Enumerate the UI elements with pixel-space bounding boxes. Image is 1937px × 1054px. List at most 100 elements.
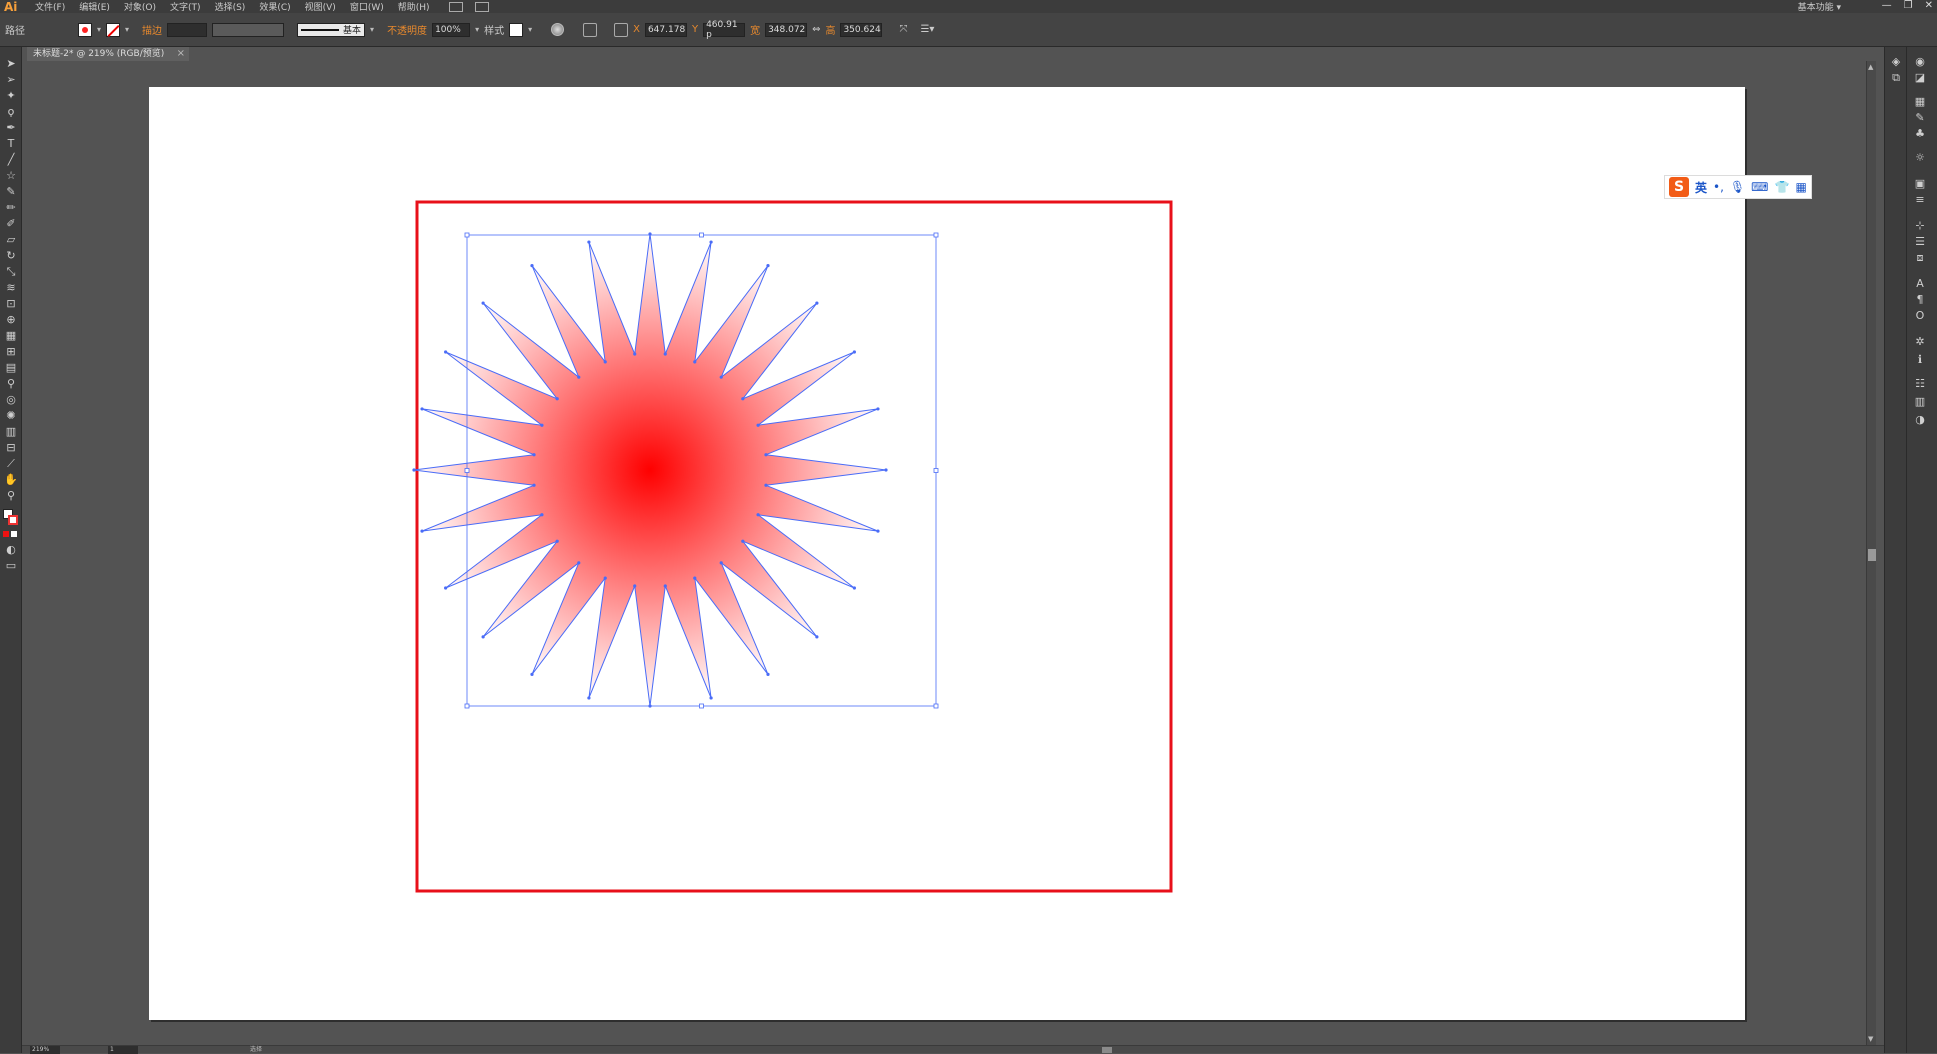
menu-file[interactable]: 文件(F) (28, 0, 72, 13)
star-tool-icon[interactable]: ☆ (4, 169, 18, 183)
star-shape[interactable] (413, 233, 887, 707)
toolbox-icon[interactable]: ▦ (1795, 180, 1806, 194)
anchor-point[interactable] (577, 561, 581, 565)
column-graph-tool-icon[interactable]: ▥ (4, 425, 18, 439)
bounding-box-handle[interactable] (699, 703, 704, 709)
anchor-point[interactable] (663, 352, 667, 356)
navigator-panel-icon[interactable]: ✲ (1913, 335, 1927, 349)
style-dropdown-icon[interactable]: ▾ (528, 25, 532, 34)
panel-menu-icon[interactable]: ☰▾ (920, 24, 934, 35)
anchor-point[interactable] (420, 407, 424, 411)
anchor-point[interactable] (756, 423, 760, 427)
menu-window[interactable]: 窗口(W) (343, 0, 391, 13)
minimize-button[interactable]: — (1882, 0, 1892, 11)
anchor-point[interactable] (540, 423, 544, 427)
align-icon[interactable] (583, 22, 598, 37)
skin-icon[interactable]: 👕 (1774, 180, 1789, 194)
paragraph-panel-icon[interactable]: ¶ (1913, 293, 1927, 307)
type-tool-icon[interactable]: T (4, 137, 18, 151)
anchor-point[interactable] (852, 350, 856, 354)
menu-object[interactable]: 对象(O) (117, 0, 163, 13)
bounding-box-handle[interactable] (464, 232, 470, 238)
opacity-field[interactable]: 100% (432, 22, 471, 37)
hand-tool-icon[interactable]: ✋ (4, 473, 18, 487)
brush-definition-field[interactable]: 基本 (297, 22, 366, 37)
scale-tool-icon[interactable]: ⤡ (4, 265, 18, 279)
anchor-point[interactable] (532, 483, 536, 487)
anchor-point[interactable] (530, 264, 534, 268)
stroke-panel-icon[interactable]: ≡ (1913, 193, 1927, 207)
scroll-thumb[interactable] (1868, 549, 1876, 561)
anchor-point[interactable] (444, 350, 448, 354)
screen-mode-icon[interactable]: ▭ (4, 559, 18, 573)
stroke-swatch[interactable] (106, 22, 121, 37)
gradient-tool-icon[interactable]: ▤ (4, 361, 18, 375)
anchor-point[interactable] (603, 360, 607, 364)
menu-edit[interactable]: 编辑(E) (72, 0, 117, 13)
align-panel-icon[interactable]: ☰ (1913, 235, 1927, 249)
shape-builder-tool-icon[interactable]: ⊕ (4, 313, 18, 327)
graphic-style-swatch[interactable] (509, 22, 524, 37)
anchor-point[interactable] (884, 468, 888, 472)
direct-selection-tool-icon[interactable]: ➢ (4, 73, 18, 87)
ime-language-toggle[interactable]: 英 (1695, 179, 1707, 196)
horizontal-scroll-thumb[interactable] (1102, 1047, 1112, 1053)
anchor-point[interactable] (876, 529, 880, 533)
color-guide-icon[interactable]: ◪ (1913, 71, 1927, 85)
transform-panel-icon[interactable]: ⊹ (1913, 219, 1927, 233)
anchor-point[interactable] (766, 672, 770, 676)
blend-tool-icon[interactable]: ◎ (4, 393, 18, 407)
pencil-tool-icon[interactable]: ✏ (4, 201, 18, 215)
attributes-panel-icon[interactable]: ☷ (1913, 377, 1927, 391)
constrain-proportions-icon[interactable]: ⇔ (812, 24, 820, 35)
variable-width-field[interactable] (212, 22, 285, 37)
close-window-button[interactable]: ✕ (1925, 0, 1933, 11)
anchor-point[interactable] (420, 529, 424, 533)
symbols-panel-icon[interactable]: ♣ (1913, 127, 1927, 141)
menu-help[interactable]: 帮助(H) (391, 0, 437, 13)
bounding-box-handle[interactable] (464, 703, 470, 709)
zoom-tool-icon[interactable]: ⚲ (4, 489, 18, 503)
magic-wand-tool-icon[interactable]: ✦ (4, 89, 18, 103)
menu-effect[interactable]: 效果(C) (252, 0, 297, 13)
fill-swatch[interactable] (78, 22, 92, 37)
none-mode-icon[interactable] (11, 531, 17, 537)
opacity-dropdown-icon[interactable]: ▾ (475, 25, 479, 34)
symbol-sprayer-tool-icon[interactable]: ✺ (4, 409, 18, 423)
bounding-box-handle[interactable] (933, 232, 939, 238)
recolor-artwork-icon[interactable] (551, 23, 565, 36)
artboards-panel-icon[interactable]: ⧉ (1889, 71, 1903, 85)
anchor-point[interactable] (603, 576, 607, 580)
menu-view[interactable]: 视图(V) (298, 0, 343, 13)
anchor-point[interactable] (815, 301, 819, 305)
anchor-point[interactable] (481, 635, 485, 639)
star-shape-group[interactable] (412, 232, 939, 709)
pen-tool-icon[interactable]: ✒ (4, 121, 18, 135)
swatches-panel-icon[interactable]: ▦ (1913, 95, 1927, 109)
punctuation-icon[interactable]: •, (1713, 180, 1724, 194)
selection-tool-icon[interactable]: ➤ (4, 57, 18, 71)
anchor-point[interactable] (532, 453, 536, 457)
canvas-area[interactable]: S 英 •, 🎙 ⌨ 👕 ▦ (22, 61, 1872, 1045)
anchor-point[interactable] (633, 584, 637, 588)
keyboard-icon[interactable]: ⌨ (1751, 180, 1768, 194)
gradient-panel-icon[interactable]: ▥ (1913, 395, 1927, 409)
anchor-point[interactable] (633, 352, 637, 356)
brushes-panel-icon[interactable]: ✎ (1913, 111, 1927, 125)
anchor-point[interactable] (587, 240, 591, 244)
transparency-panel-icon[interactable]: ◑ (1913, 413, 1927, 427)
y-field[interactable]: 460.91 p (703, 20, 746, 40)
anchor-point[interactable] (555, 539, 559, 543)
anchor-point[interactable] (764, 483, 768, 487)
color-mode-icon[interactable] (3, 531, 9, 537)
graphic-styles-icon[interactable]: ▣ (1913, 177, 1927, 191)
stroke-color-icon[interactable] (8, 515, 18, 525)
stroke-weight-field[interactable] (167, 22, 208, 37)
anchor-point[interactable] (709, 240, 713, 244)
anchor-point[interactable] (719, 561, 723, 565)
restore-button[interactable]: ❐ (1904, 0, 1913, 11)
perspective-grid-tool-icon[interactable]: ▦ (4, 329, 18, 343)
workspace-switcher[interactable]: 基本功能 ▾ (1798, 0, 1841, 13)
vertical-scrollbar[interactable]: ▲ ▼ (1866, 61, 1876, 1045)
anchor-point[interactable] (540, 513, 544, 517)
